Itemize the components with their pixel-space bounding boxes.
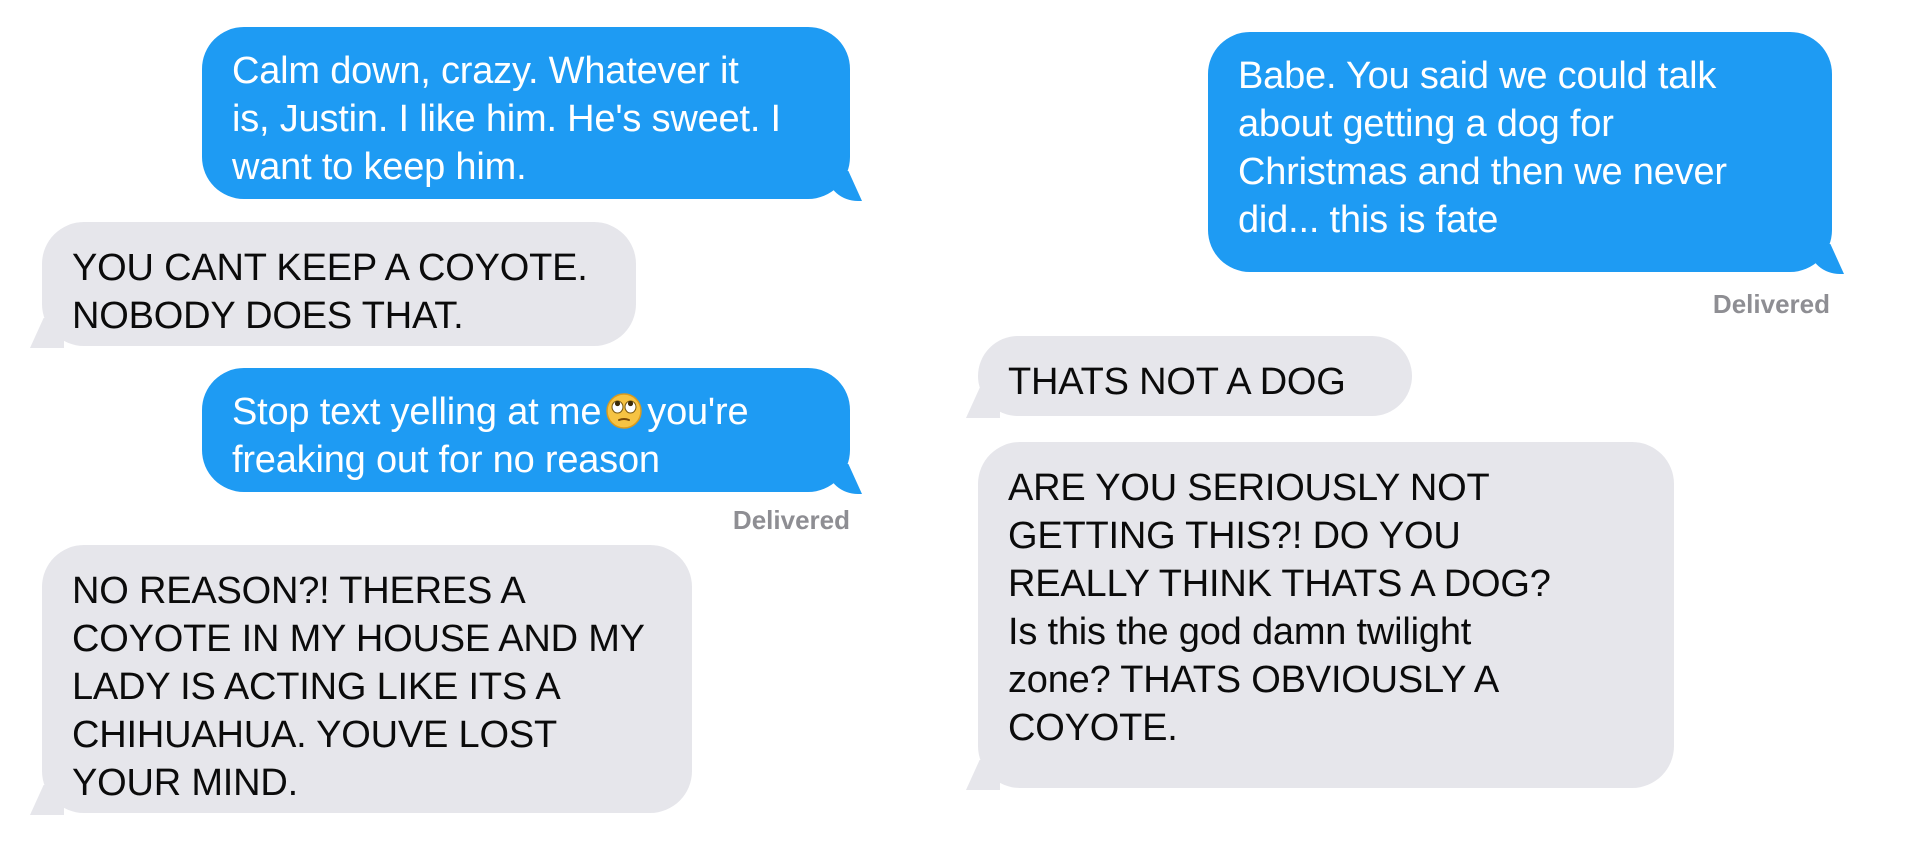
message-text: Stop text yelling at me you're freaking ou… (232, 388, 820, 484)
received-message-bubble[interactable]: ARE YOU SERIOUSLY NOT GETTING THIS?! DO … (978, 442, 1674, 788)
message-text: NO REASON?! THERES A COYOTE IN MY HOUSE … (72, 570, 645, 804)
left-conversation-panel: Calm down, crazy. Whatever it is, Justin… (0, 0, 960, 842)
message-text-part: Stop text yelling at me (232, 391, 602, 433)
received-message-bubble[interactable]: THATS NOT A DOG (978, 336, 1412, 416)
message-text: Babe. You said we could talk about getti… (1238, 55, 1727, 241)
received-message-bubble[interactable]: YOU CANT KEEP A COYOTE. NOBODY DOES THAT… (42, 222, 636, 346)
message-text-part: you're (647, 391, 749, 433)
message-text: ARE YOU SERIOUSLY NOT GETTING THIS?! DO … (1008, 467, 1551, 749)
sent-message-bubble[interactable]: Babe. You said we could talk about getti… (1208, 32, 1832, 272)
delivered-status: Delivered (732, 505, 850, 535)
right-conversation-panel: Babe. You said we could talk about getti… (960, 0, 1911, 842)
message-text: YOU CANT KEEP A COYOTE. NOBODY DOES THAT… (72, 247, 588, 337)
message-text-part: freaking out for no reason (232, 439, 660, 481)
message-text: THATS NOT A DOG (1008, 361, 1346, 403)
received-message-bubble[interactable]: NO REASON?! THERES A COYOTE IN MY HOUSE … (42, 545, 692, 813)
sent-message-bubble[interactable]: Stop text yelling at me you're freaking ou… (202, 368, 850, 492)
message-text: Calm down, crazy. Whatever it is, Justin… (232, 50, 781, 188)
eye-roll-emoji-icon (605, 392, 643, 430)
sent-message-bubble[interactable]: Calm down, crazy. Whatever it is, Justin… (202, 27, 850, 199)
delivered-status: Delivered (1712, 289, 1830, 319)
